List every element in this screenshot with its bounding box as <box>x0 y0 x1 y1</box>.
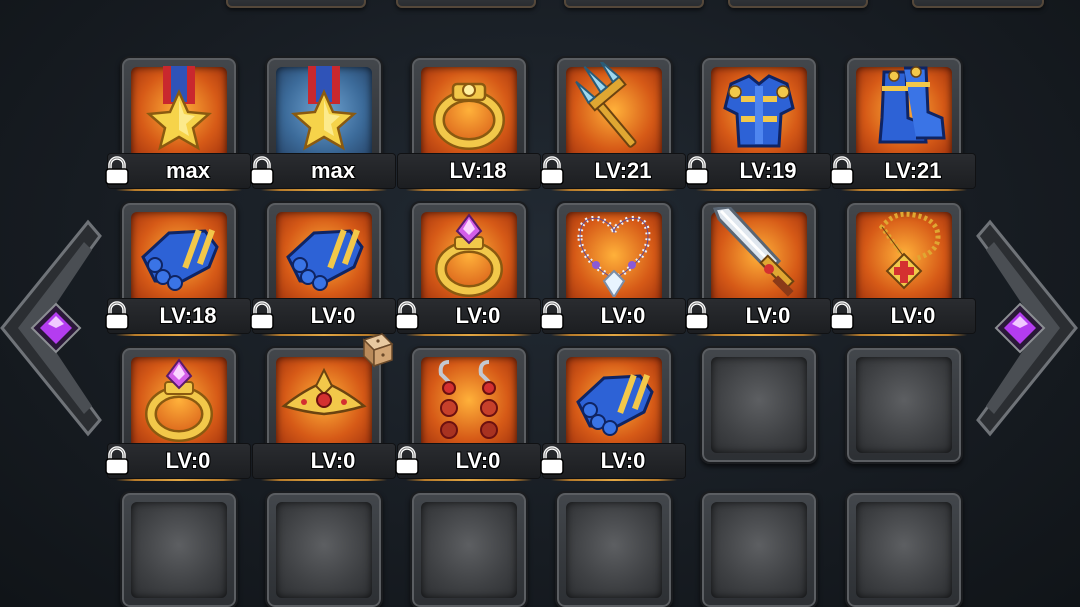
level-bar: LV:0 <box>540 444 685 481</box>
level-bar: LV:19 <box>685 154 830 191</box>
level-bar: max <box>250 154 395 191</box>
empty-equipment-slot[interactable] <box>120 491 238 607</box>
equipment-slot[interactable]: LV:21 <box>830 56 975 191</box>
equipment-slot[interactable]: LV:0 <box>395 201 540 336</box>
level-label: LV:0 <box>890 303 936 328</box>
empty-equipment-slot[interactable] <box>265 491 383 607</box>
slot-frame <box>555 491 673 607</box>
earrings-icon <box>419 352 519 442</box>
slot-frame <box>120 491 238 607</box>
gem-ring-icon <box>129 352 229 442</box>
level-bar: LV:0 <box>395 299 540 336</box>
level-label: max <box>165 158 211 183</box>
level-label: LV:0 <box>600 448 646 473</box>
level-label: LV:0 <box>600 303 646 328</box>
equipment-slot[interactable]: LV:18 <box>105 201 250 336</box>
level-label: LV:0 <box>745 303 791 328</box>
level-label: max <box>310 158 356 183</box>
level-label: LV:0 <box>165 448 211 473</box>
level-label: LV:0 <box>310 303 356 328</box>
equipment-slot[interactable]: LV:0 <box>685 201 830 336</box>
slot-frame <box>265 491 383 607</box>
blue-armor-icon <box>709 62 809 152</box>
dice-icon <box>362 333 394 368</box>
equipment-slot[interactable]: max <box>250 56 395 191</box>
equipment-slot[interactable]: LV:0 <box>540 201 685 336</box>
slot-background <box>711 357 807 453</box>
empty-equipment-slot[interactable] <box>700 346 818 464</box>
level-bar: LV:0 <box>685 299 830 336</box>
equipment-slot[interactable]: LV:0 <box>250 201 395 336</box>
star-medal-icon <box>274 62 374 152</box>
blue-boots-icon <box>854 62 954 152</box>
equipment-slot[interactable]: LV:18 <box>398 56 540 191</box>
slot-background <box>421 502 517 598</box>
next-page-button[interactable] <box>972 218 1080 438</box>
level-bar: LV:18 <box>398 154 540 191</box>
prev-page-button[interactable] <box>0 218 106 438</box>
slot-frame <box>700 491 818 607</box>
pearl-necklace-icon <box>564 207 664 299</box>
empty-equipment-slot[interactable] <box>410 491 528 607</box>
level-label: LV:0 <box>455 448 501 473</box>
blue-gauntlet-icon <box>564 352 664 442</box>
level-label: LV:18 <box>449 158 507 183</box>
empty-equipment-slot[interactable] <box>555 491 673 607</box>
equipment-slot[interactable]: LV:0 <box>105 346 250 481</box>
trident-icon <box>564 60 664 152</box>
blue-gauntlet-icon <box>274 207 374 297</box>
level-bar: LV:0 <box>395 444 540 481</box>
level-bar: LV:0 <box>253 444 395 481</box>
equipment-slot[interactable]: LV:0 <box>395 346 540 481</box>
diamond-arrow-left-icon <box>0 219 102 437</box>
level-bar: LV:21 <box>540 154 685 191</box>
slot-background <box>276 502 372 598</box>
equipment-slot[interactable]: LV:0 <box>830 201 975 336</box>
gold-amulet-icon <box>854 207 954 297</box>
empty-equipment-slot[interactable] <box>845 346 963 464</box>
level-label: LV:0 <box>310 448 356 473</box>
equipment-slot[interactable]: LV:19 <box>685 56 830 191</box>
diamond-arrow-right-icon <box>976 219 1078 437</box>
level-label: LV:0 <box>455 303 501 328</box>
gem-ring-icon <box>419 207 519 297</box>
level-bar: LV:18 <box>105 299 250 336</box>
slot-frame <box>700 346 818 464</box>
level-label: LV:21 <box>884 158 942 183</box>
slot-background <box>856 502 952 598</box>
blue-gauntlet-icon <box>129 207 229 297</box>
level-label: LV:18 <box>159 303 217 328</box>
equipment-slot[interactable]: max <box>105 56 250 191</box>
level-bar: max <box>105 154 250 191</box>
equipment-slot[interactable]: LV:0 <box>540 346 685 481</box>
sword-icon <box>709 205 809 297</box>
slot-frame <box>410 491 528 607</box>
slot-background <box>856 357 952 453</box>
gold-ring-icon <box>419 62 519 152</box>
level-bar: LV:0 <box>105 444 250 481</box>
slot-frame <box>845 346 963 464</box>
empty-equipment-slot[interactable] <box>700 491 818 607</box>
inventory-screen: max max LV:18 LV:21 LV:19 LV:21 LV:18 LV… <box>0 0 1080 607</box>
equipment-grid: max max LV:18 LV:21 LV:19 LV:21 LV:18 LV… <box>0 0 1080 607</box>
slot-background <box>131 502 227 598</box>
star-medal-icon <box>129 62 229 152</box>
equipment-slot[interactable]: LV:21 <box>540 56 685 191</box>
slot-background <box>566 502 662 598</box>
slot-background <box>711 502 807 598</box>
level-bar: LV:0 <box>250 299 395 336</box>
empty-equipment-slot[interactable] <box>845 491 963 607</box>
slot-frame <box>845 491 963 607</box>
level-bar: LV:0 <box>830 299 975 336</box>
level-label: LV:19 <box>739 158 797 183</box>
level-label: LV:21 <box>594 158 652 183</box>
level-bar: LV:0 <box>540 299 685 336</box>
level-bar: LV:21 <box>830 154 975 191</box>
